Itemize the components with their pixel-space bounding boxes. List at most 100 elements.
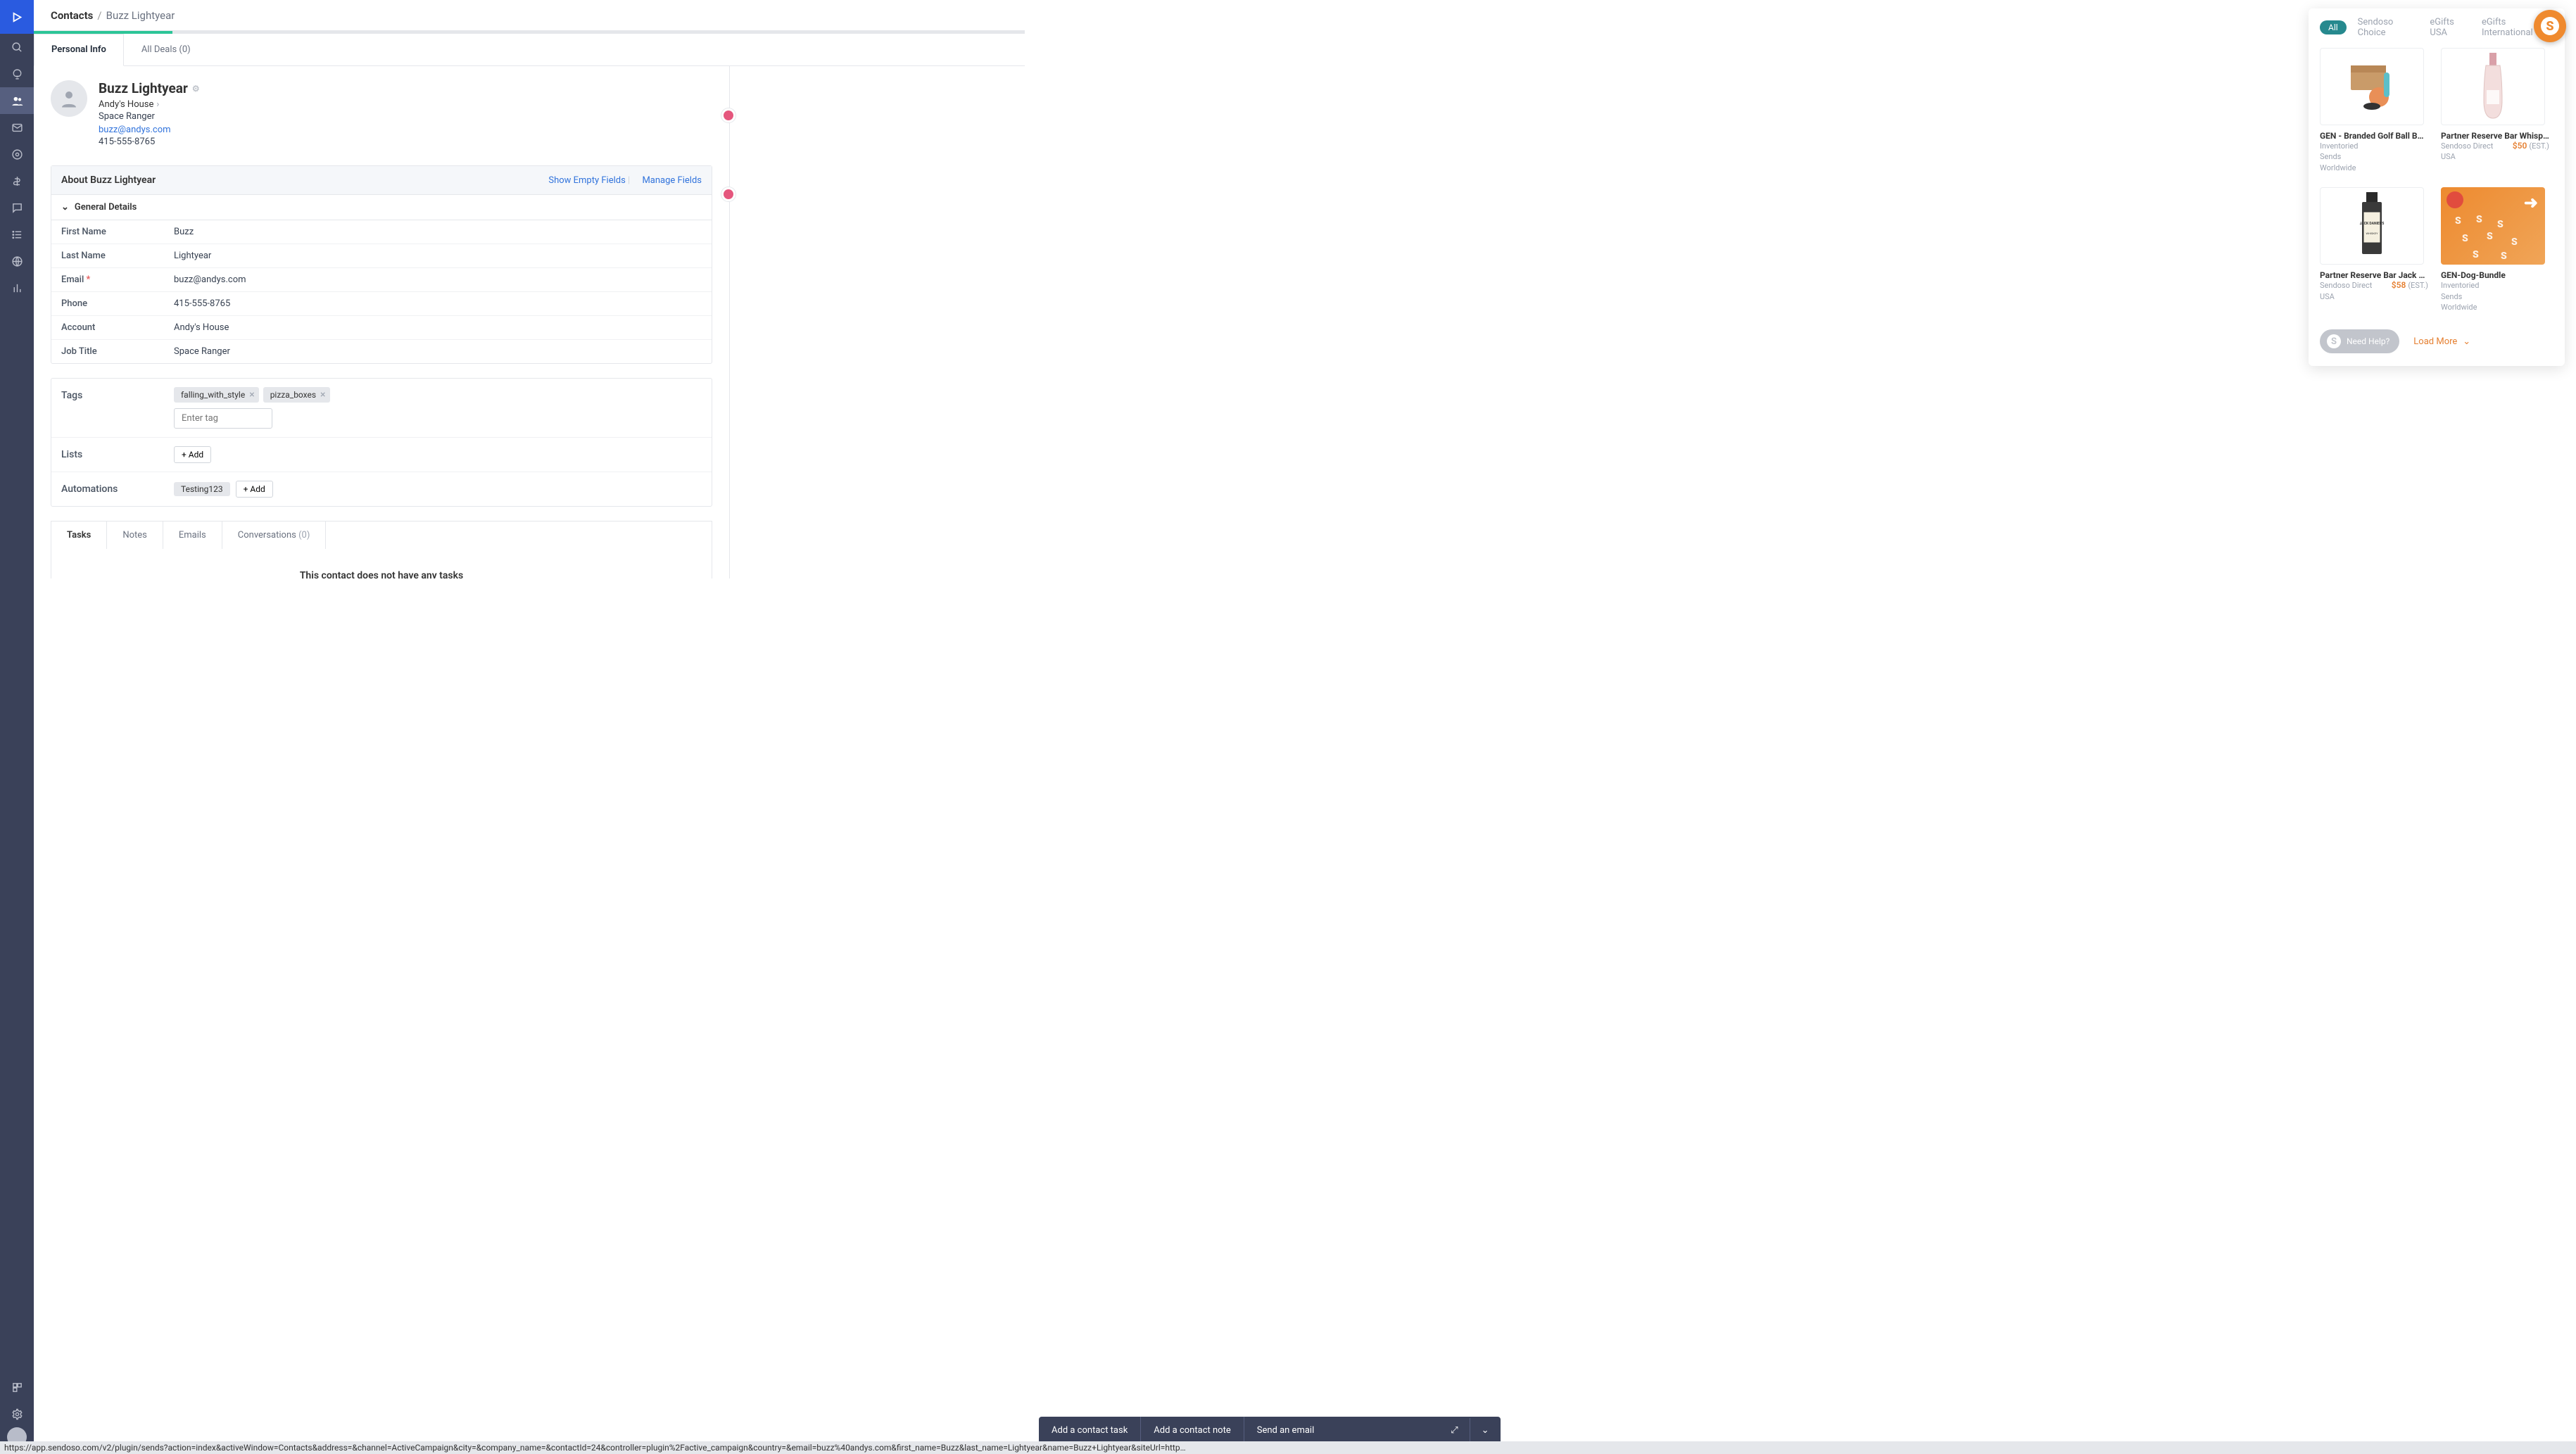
value-first-name[interactable]: Buzz: [174, 227, 194, 237]
label-phone: Phone: [61, 298, 174, 309]
product-meta: Sendoso Direct: [2320, 280, 2372, 291]
chevron-right-icon: ›: [156, 99, 159, 110]
product-meta: USA: [2320, 291, 2428, 302]
value-phone[interactable]: 415-555-8765: [174, 298, 230, 309]
global-sidebar: [0, 0, 34, 1454]
product-image: JACK DANIEL'S WHISKEY: [2320, 187, 2424, 265]
nav-automations[interactable]: [0, 141, 34, 167]
tag-remove-icon[interactable]: ×: [320, 389, 325, 400]
avatar: [51, 80, 87, 117]
need-help-button[interactable]: SNeed Help?: [2320, 329, 2399, 353]
atab-conversations[interactable]: Conversations (0): [222, 521, 327, 549]
product-price: $50: [2513, 141, 2527, 151]
product-meta: Sendoso Direct: [2441, 141, 2493, 151]
show-empty-fields-link[interactable]: Show Empty Fields: [548, 175, 625, 186]
activity-section: Tasks Notes Emails Conversations (0) Thi…: [51, 521, 712, 579]
tag-input[interactable]: [174, 408, 272, 429]
value-job-title[interactable]: Space Ranger: [174, 346, 230, 357]
product-price: $58: [2392, 280, 2406, 290]
value-account[interactable]: Andy's House: [174, 322, 229, 333]
timeline-dot[interactable]: [721, 187, 735, 201]
product-card[interactable]: Partner Reserve Bar Whisperi… Sendoso Di…: [2441, 48, 2549, 173]
automation-pill[interactable]: Testing123: [174, 482, 230, 496]
about-card: About Buzz Lightyear Show Empty Fields |…: [51, 165, 712, 364]
value-last-name[interactable]: Lightyear: [174, 251, 211, 261]
nav-lists[interactable]: [0, 221, 34, 248]
label-email: Email *: [61, 274, 174, 285]
chevron-down-icon: ⌄: [61, 202, 69, 213]
atab-notes[interactable]: Notes: [107, 521, 163, 549]
label-lists: Lists: [61, 449, 174, 460]
person-name: Buzz Lightyear ⚙: [99, 80, 200, 96]
product-meta: Worldwide: [2441, 302, 2549, 312]
product-image: ➜ SSS SSS SS: [2441, 187, 2545, 265]
tag-pill: falling_with_style×: [174, 387, 259, 403]
nav-reports[interactable]: [0, 274, 34, 301]
gear-icon[interactable]: ⚙: [192, 84, 200, 94]
nav-deals[interactable]: [0, 167, 34, 194]
person-header: Buzz Lightyear ⚙ Andy's House › Space Ra…: [51, 80, 712, 148]
nav-search[interactable]: [0, 34, 34, 61]
timeline-dot[interactable]: [721, 108, 735, 122]
product-card[interactable]: GEN - Branded Golf Ball Bundle Inventori…: [2320, 48, 2428, 173]
sendoso-tab-all[interactable]: All: [2320, 20, 2347, 34]
product-image: [2441, 48, 2545, 125]
tag-pill: pizza_boxes×: [263, 387, 330, 403]
dock-expand-icon[interactable]: ⤢: [1439, 1418, 1470, 1443]
value-email[interactable]: buzz@andys.com: [174, 274, 246, 285]
add-automation-button[interactable]: + Add: [236, 481, 273, 498]
sendoso-tab-choice[interactable]: Sendoso Choice: [2358, 17, 2419, 38]
product-meta: Inventoried: [2441, 280, 2549, 291]
status-bar-url: https://app.sendoso.com/v2/plugin/sends?…: [0, 1441, 2576, 1454]
sendoso-tab-egifts-usa[interactable]: eGifts USA: [2430, 17, 2470, 38]
dock-add-task[interactable]: Add a contact task: [1039, 1417, 1141, 1444]
product-image: [2320, 48, 2424, 125]
product-title: Partner Reserve Bar Whisperi…: [2441, 131, 2549, 141]
tag-remove-icon[interactable]: ×: [249, 389, 254, 400]
crumb-contacts[interactable]: Contacts: [51, 9, 93, 22]
person-account-link[interactable]: Andy's House ›: [99, 99, 200, 110]
nav-settings[interactable]: [0, 1401, 34, 1427]
record-tabs: Personal Info All Deals (0): [34, 34, 1025, 66]
load-more-button[interactable]: Load More ⌄: [2413, 336, 2470, 347]
product-meta: Worldwide: [2320, 163, 2428, 173]
person-role: Space Ranger: [99, 110, 200, 124]
dock-send-email[interactable]: Send an email: [1244, 1417, 1327, 1444]
nav-idea[interactable]: [0, 61, 34, 87]
empty-tasks-title: This contact does not have any tasks: [61, 570, 702, 579]
sendoso-launcher[interactable]: S: [2534, 10, 2566, 42]
crumb-current: Buzz Lightyear: [106, 9, 175, 22]
svg-text:WHISKEY: WHISKEY: [2366, 232, 2378, 235]
nav-site[interactable]: [0, 248, 34, 274]
product-card[interactable]: ➜ SSS SSS SS GEN-Dog-Bundle Inventoried …: [2441, 187, 2549, 312]
product-title: Partner Reserve Bar Jack Dan…: [2320, 270, 2428, 280]
nav-conversations[interactable]: [0, 194, 34, 221]
nav-apps[interactable]: [0, 1374, 34, 1401]
action-dock: Add a contact task Add a contact note Se…: [1039, 1417, 1501, 1444]
add-list-button[interactable]: + Add: [174, 446, 211, 463]
ac-logo[interactable]: [0, 0, 34, 34]
dock-collapse-icon[interactable]: ⌄: [1470, 1418, 1501, 1443]
atab-emails[interactable]: Emails: [163, 521, 222, 549]
manage-fields-link[interactable]: Manage Fields: [642, 175, 702, 186]
atab-tasks[interactable]: Tasks: [51, 521, 107, 549]
required-asterisk: *: [87, 274, 91, 285]
breadcrumb: Contacts / Buzz Lightyear: [34, 0, 1025, 31]
svg-text:JACK DANIEL'S: JACK DANIEL'S: [2360, 222, 2385, 226]
tab-all-deals[interactable]: All Deals (0): [124, 34, 208, 65]
label-job-title: Job Title: [61, 346, 174, 357]
person-email-link[interactable]: buzz@andys.com: [99, 125, 171, 135]
tags-card: Tags falling_with_style× pizza_boxes× Li…: [51, 378, 712, 507]
tab-personal-info[interactable]: Personal Info: [34, 34, 124, 66]
dock-add-note[interactable]: Add a contact note: [1141, 1417, 1244, 1444]
nav-contacts[interactable]: [0, 87, 34, 114]
breadcrumb-sep: /: [97, 9, 101, 22]
general-details-toggle[interactable]: ⌄ General Details: [51, 195, 712, 220]
nav-campaigns[interactable]: [0, 114, 34, 141]
product-title: GEN-Dog-Bundle: [2441, 270, 2549, 280]
product-meta: USA: [2441, 151, 2549, 162]
label-account: Account: [61, 322, 174, 333]
chevron-down-icon: ⌄: [2463, 336, 2470, 347]
product-card[interactable]: JACK DANIEL'S WHISKEY Partner Reserve Bar…: [2320, 187, 2428, 312]
person-phone: 415-555-8765: [99, 135, 200, 149]
